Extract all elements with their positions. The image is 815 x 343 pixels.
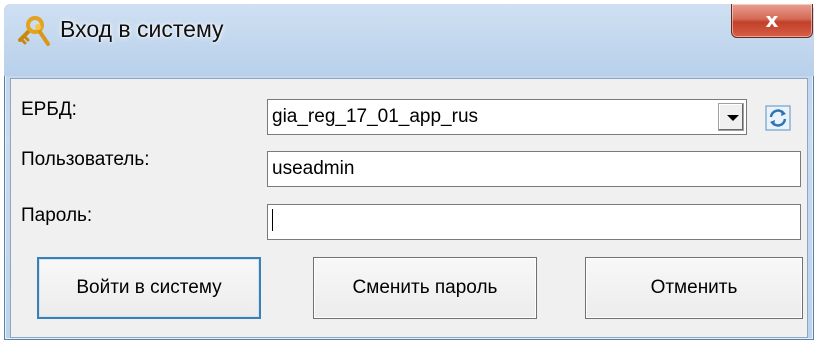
title-bar[interactable]: Вход в систему x: [4, 4, 814, 76]
password-label: Пароль:: [21, 205, 93, 226]
user-field[interactable]: useadmin: [267, 151, 801, 187]
cancel-button[interactable]: Отменить: [585, 257, 803, 319]
user-label: Пользователь:: [21, 149, 150, 170]
db-select-value: gia_reg_17_01_app_rus: [272, 106, 479, 127]
user-field-value: useadmin: [272, 158, 355, 179]
change-password-button[interactable]: Сменить пароль: [313, 257, 537, 319]
close-button[interactable]: x: [731, 4, 813, 38]
close-icon: x: [765, 8, 779, 32]
login-button[interactable]: Войти в систему: [37, 257, 261, 319]
password-field[interactable]: [267, 204, 801, 240]
db-label: ЕРБД:: [21, 99, 77, 120]
refresh-icon[interactable]: [765, 105, 791, 131]
keys-icon: [18, 16, 50, 46]
dialog-body: ЕРБД: gia_reg_17_01_app_rus Пользователь…: [10, 78, 808, 338]
chevron-down-icon[interactable]: [718, 103, 744, 131]
text-caret: [272, 209, 273, 232]
db-select[interactable]: gia_reg_17_01_app_rus: [267, 99, 747, 135]
window-title: Вход в систему: [60, 16, 224, 42]
login-dialog: Вход в систему x ЕРБД: gia_reg_17_01_app…: [4, 4, 814, 340]
